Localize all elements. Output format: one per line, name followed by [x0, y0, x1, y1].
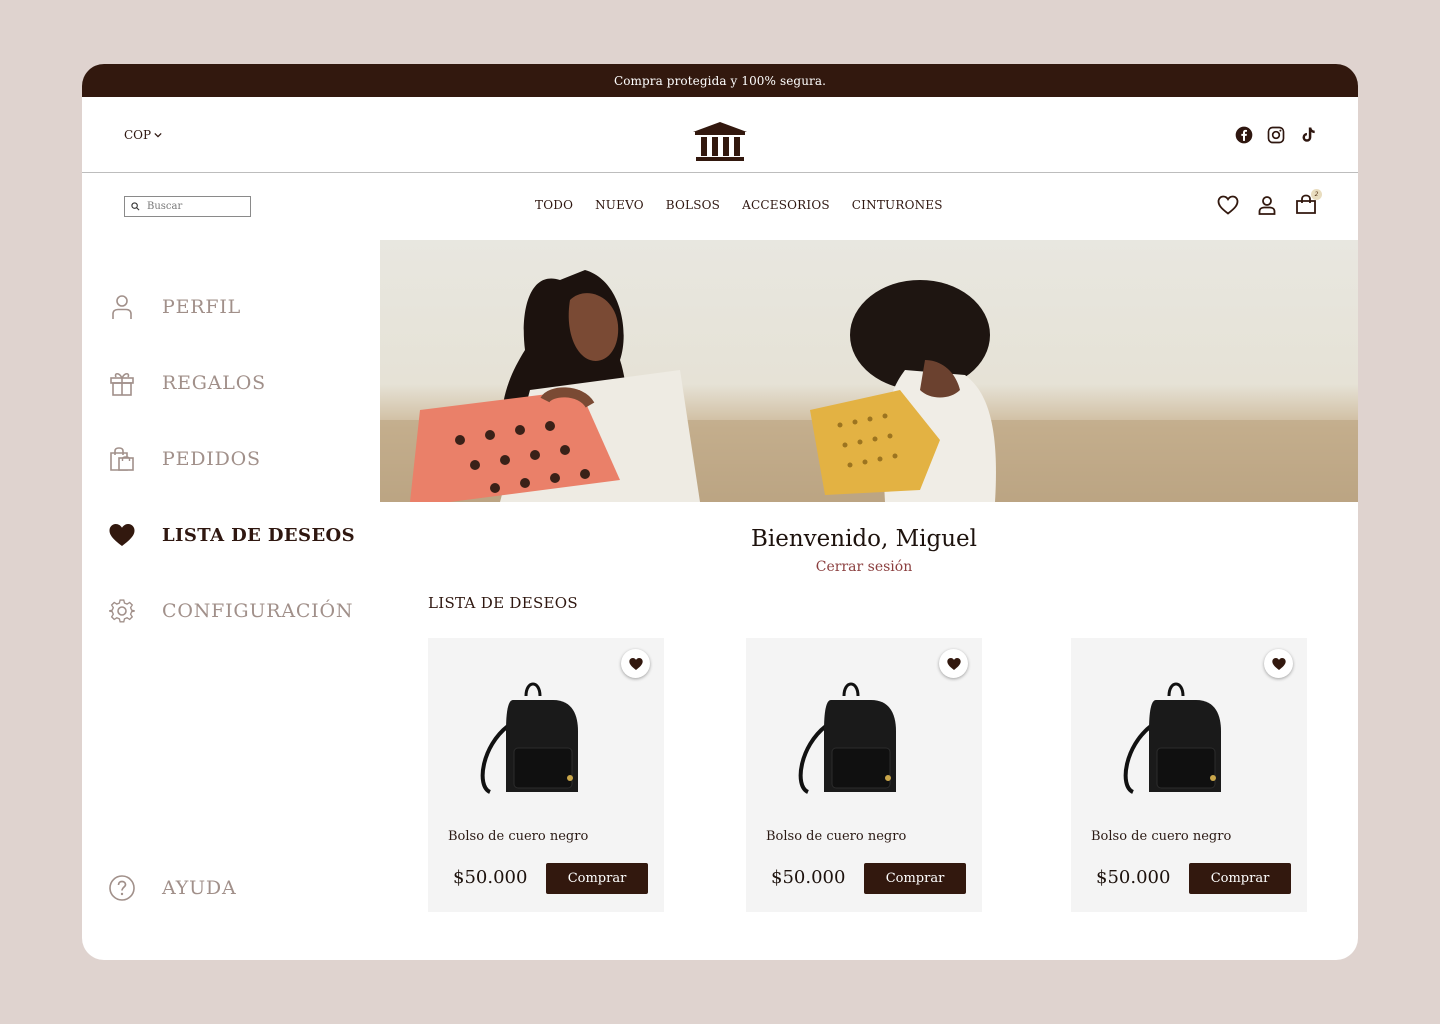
sidebar-item-label: LISTA DE DESEOS: [162, 524, 356, 546]
hero-photo-illustration: [380, 240, 1358, 502]
menu-item-todo[interactable]: TODO: [535, 198, 573, 212]
search-icon: [131, 202, 140, 211]
heart-icon: [1271, 657, 1286, 670]
heart-icon: [628, 657, 643, 670]
product-price: $50.000: [771, 867, 846, 888]
product-name: Bolso de cuero negro: [766, 829, 907, 844]
backpack-product-image: [798, 682, 896, 794]
currency-label: COP: [124, 127, 152, 142]
menu-item-accesorios[interactable]: ACCESORIOS: [742, 198, 830, 212]
help-label: AYUDA: [162, 877, 237, 899]
account-sidebar: PERFIL REGALOS PEDIDOS LISTA DE DESEOS C…: [108, 292, 378, 672]
search-box[interactable]: [124, 196, 251, 217]
orders-bag-icon: [110, 447, 134, 471]
instagram-icon[interactable]: [1266, 125, 1286, 145]
logo-icon[interactable]: [691, 120, 749, 162]
heart-icon: [946, 657, 961, 670]
welcome-title: Bienvenido, Miguel: [750, 526, 978, 552]
product-name: Bolso de cuero negro: [1091, 829, 1232, 844]
sidebar-item-regalos[interactable]: REGALOS: [108, 368, 378, 398]
sidebar-item-label: REGALOS: [162, 372, 266, 394]
buy-button[interactable]: Comprar: [864, 863, 966, 894]
sidebar-item-lista-de-deseos[interactable]: LISTA DE DESEOS: [108, 520, 378, 550]
search-input[interactable]: [147, 201, 242, 212]
logout-link[interactable]: Cerrar sesión: [380, 559, 1348, 575]
backpack-product-image: [1123, 682, 1221, 794]
backpack-product-image: [480, 682, 578, 794]
heart-icon: [109, 524, 135, 546]
menu-item-cinturones[interactable]: CINTURONES: [852, 198, 943, 212]
wishlist-heart-icon[interactable]: [1216, 193, 1240, 217]
hero-banner-image: [380, 240, 1358, 502]
cart-bag-icon[interactable]: 2: [1294, 189, 1322, 217]
menu-item-nuevo[interactable]: NUEVO: [595, 198, 644, 212]
buy-button[interactable]: Comprar: [546, 863, 648, 894]
welcome-block: Bienvenido, Miguel Cerrar sesión: [380, 526, 1348, 575]
gift-icon: [110, 372, 134, 396]
wishlist-title: LISTA DE DESEOS: [428, 594, 578, 612]
sidebar-item-ayuda[interactable]: AYUDA: [108, 873, 236, 903]
product-card: Bolso de cuero negro $50.000 Comprar: [1071, 638, 1307, 912]
sidebar-item-configuracion[interactable]: CONFIGURACIÓN: [108, 596, 378, 626]
account-user-icon[interactable]: [1255, 193, 1279, 217]
remove-from-wishlist-heart-button[interactable]: [1264, 649, 1293, 678]
cart-count-badge: 2: [1311, 189, 1322, 200]
nav-row: TODO NUEVO BOLSOS ACCESORIOS CINTURONES …: [82, 173, 1358, 239]
social-links: [1234, 125, 1318, 145]
remove-from-wishlist-heart-button[interactable]: [939, 649, 968, 678]
main-menu: TODO NUEVO BOLSOS ACCESORIOS CINTURONES: [535, 198, 943, 212]
app-frame: Compra protegida y 100% segura. COP Busc…: [82, 64, 1358, 960]
currency-selector[interactable]: COP: [124, 128, 162, 142]
product-card: Bolso de cuero negro $50.000 Comprar: [428, 638, 664, 912]
product-price: $50.000: [453, 867, 528, 888]
gear-icon: [109, 599, 135, 623]
user-icon: [112, 295, 132, 319]
buy-button[interactable]: Comprar: [1189, 863, 1291, 894]
chevron-down-icon: [154, 132, 162, 137]
help-icon: [109, 875, 135, 901]
product-card: Bolso de cuero negro $50.000 Comprar: [746, 638, 982, 912]
remove-from-wishlist-heart-button[interactable]: [621, 649, 650, 678]
product-name: Bolso de cuero negro: [448, 829, 589, 844]
sidebar-item-label: PEDIDOS: [162, 448, 261, 470]
sidebar-item-perfil[interactable]: PERFIL: [108, 292, 378, 322]
announcement-bar: Compra protegida y 100% segura.: [82, 64, 1358, 97]
sidebar-item-pedidos[interactable]: PEDIDOS: [108, 444, 378, 474]
product-price: $50.000: [1096, 867, 1171, 888]
sidebar-item-label: PERFIL: [162, 296, 242, 318]
tiktok-icon[interactable]: [1298, 125, 1318, 145]
menu-item-bolsos[interactable]: BOLSOS: [666, 198, 720, 212]
facebook-icon[interactable]: [1234, 125, 1254, 145]
header-actions: 2: [1216, 189, 1322, 217]
sidebar-item-label: CONFIGURACIÓN: [162, 600, 354, 622]
announcement-text: Compra protegida y 100% segura.: [613, 73, 827, 88]
